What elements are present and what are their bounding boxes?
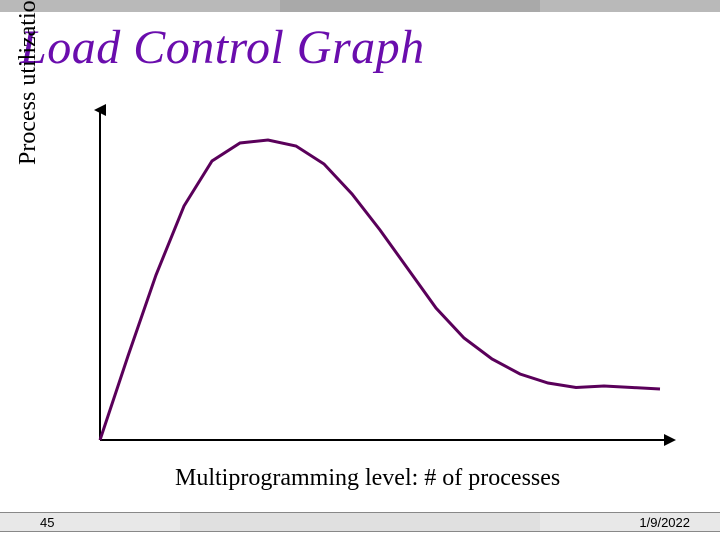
footer-segment bbox=[180, 512, 540, 532]
footer-segment bbox=[0, 512, 180, 532]
top-decorative-bar bbox=[0, 0, 720, 18]
footer-segment bbox=[540, 512, 720, 532]
topbar-segment bbox=[0, 0, 280, 12]
slide-title: Load Control Graph bbox=[20, 20, 425, 75]
topbar-segment bbox=[280, 0, 540, 12]
page-number: 45 bbox=[40, 515, 54, 530]
slide-date: 1/9/2022 bbox=[639, 515, 690, 530]
chart-plot bbox=[60, 100, 680, 460]
footer-bar: 45 1/9/2022 bbox=[0, 510, 720, 540]
slide-root: Load Control Graph Process utilization M… bbox=[0, 0, 720, 540]
topbar-segment bbox=[540, 0, 720, 12]
utilization-curve bbox=[100, 140, 660, 440]
x-axis-label: Multiprogramming level: # of processes bbox=[175, 465, 560, 492]
y-axis-label: Process utilization bbox=[15, 0, 42, 165]
